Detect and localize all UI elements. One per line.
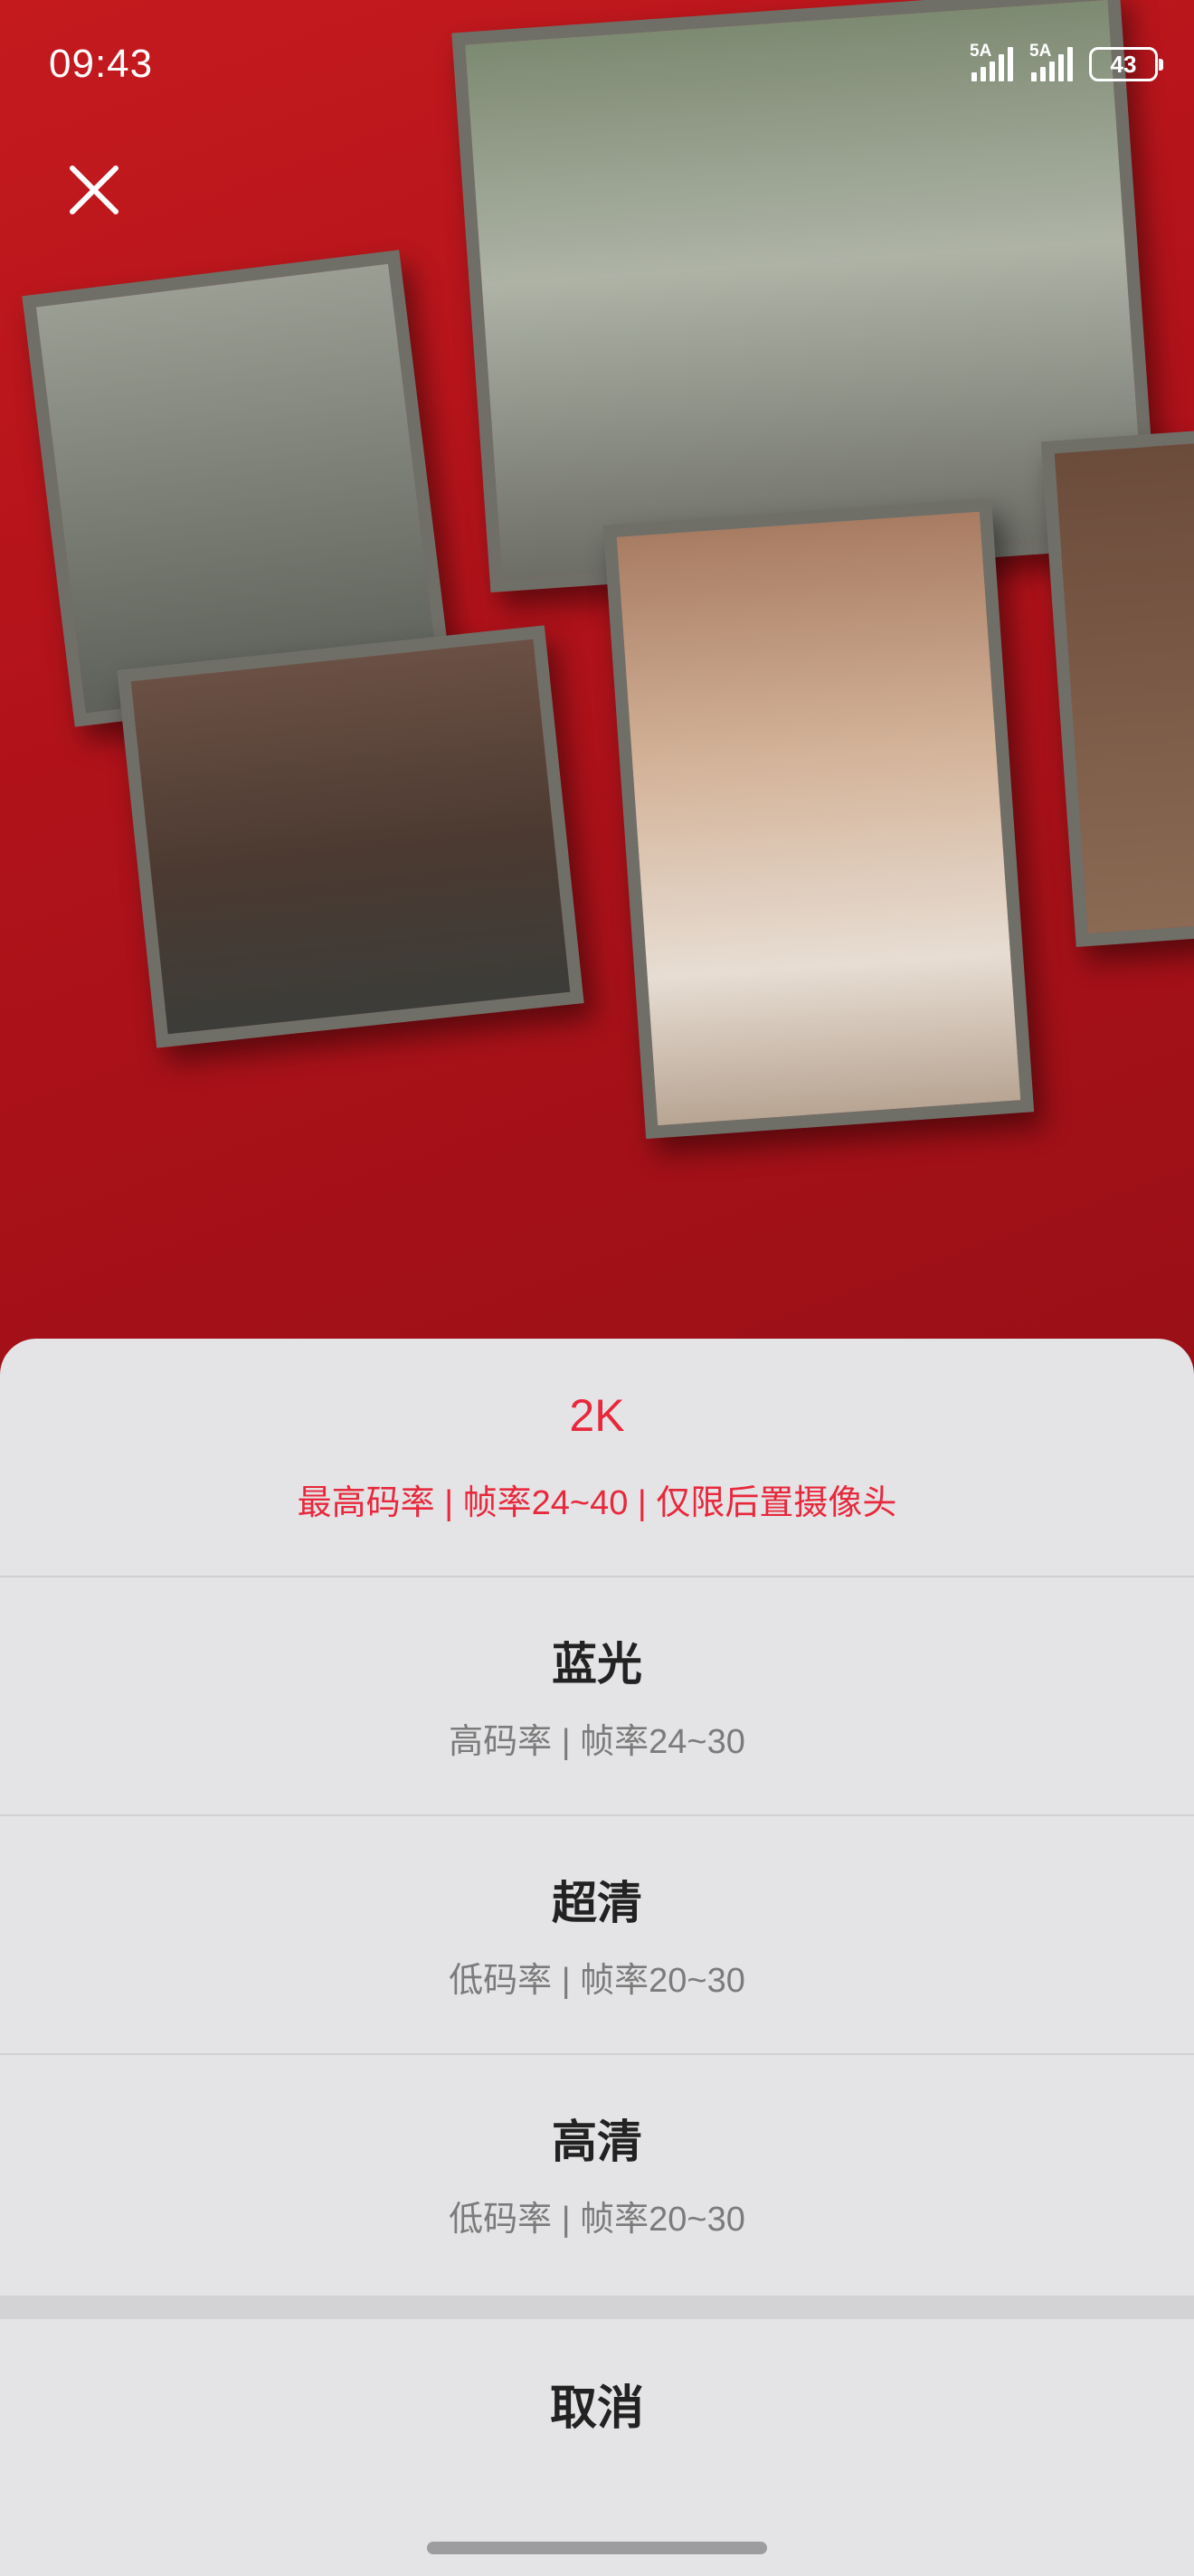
signal-label: 5A (970, 42, 992, 61)
option-description: 低码率 | 帧率20~30 (449, 1962, 745, 2000)
signal-icon: 5A (1029, 42, 1073, 81)
option-title: 蓝光 (552, 1639, 642, 1690)
quality-option-bluray[interactable]: 蓝光 高码率 | 帧率24~30 (0, 1577, 1194, 1814)
picture-frame (1040, 428, 1194, 947)
option-title: 超清 (552, 1878, 642, 1928)
option-title: 高清 (552, 2117, 642, 2167)
battery-level: 43 (1110, 50, 1137, 78)
picture-frame (602, 497, 1035, 1140)
home-indicator[interactable] (427, 2542, 767, 2554)
signal-icon: 5A (970, 42, 1013, 81)
option-description: 高码率 | 帧率24~30 (449, 1723, 745, 1761)
close-icon (70, 166, 118, 214)
option-description: 最高码率 | 帧率24~40 | 仅限后置摄像头 (297, 1484, 897, 1522)
quality-option-2k[interactable]: 2K 最高码率 | 帧率24~40 | 仅限后置摄像头 (0, 1339, 1194, 1576)
signal-label: 5A (1029, 42, 1052, 61)
picture-frame (117, 625, 584, 1048)
cancel-label: 取消 (549, 2382, 644, 2435)
quality-option-super-hd[interactable]: 超清 低码率 | 帧率20~30 (0, 1816, 1194, 2053)
status-time: 09:43 (49, 42, 154, 86)
battery-icon: 43 (1089, 47, 1163, 81)
close-button[interactable] (58, 154, 130, 226)
status-icons: 5A 5A 43 (970, 42, 1163, 81)
section-separator (0, 2296, 1194, 2319)
cancel-button[interactable]: 取消 (0, 2319, 1194, 2491)
option-description: 低码率 | 帧率20~30 (449, 2201, 745, 2239)
camera-preview (0, 0, 1194, 1375)
quality-option-hd[interactable]: 高清 低码率 | 帧率20~30 (0, 2055, 1194, 2292)
option-title: 2K (569, 1390, 625, 1441)
